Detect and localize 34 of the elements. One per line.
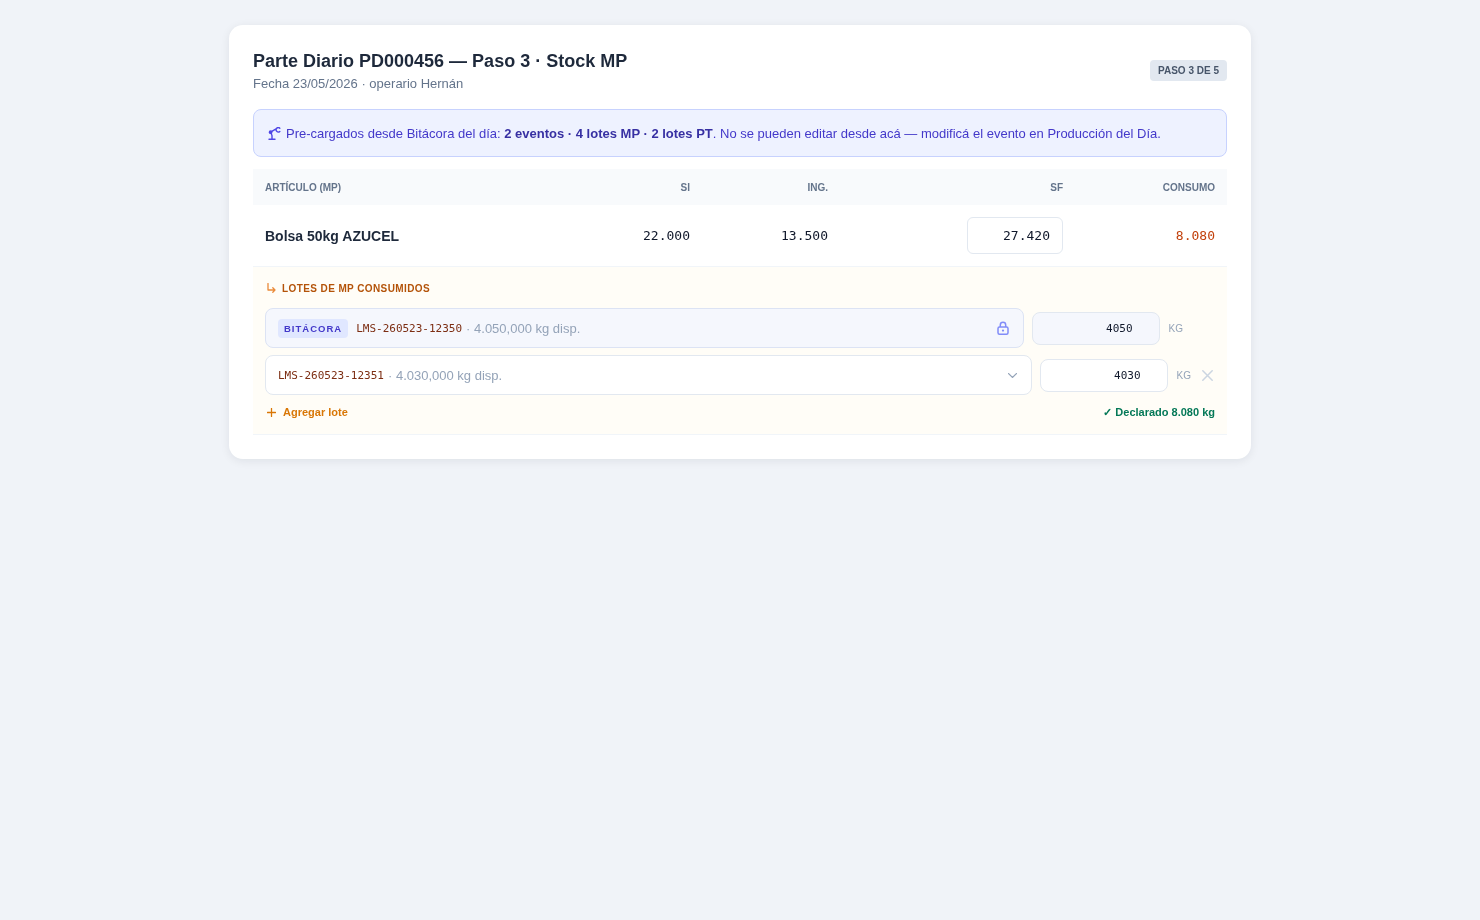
column-header: SF	[1050, 181, 1063, 193]
article-name: Bolsa 50kg AZUCEL	[265, 227, 400, 244]
remove-button[interactable]	[1199, 367, 1215, 383]
column-header: CONSUMO	[1162, 181, 1215, 193]
close-icon	[1201, 369, 1213, 381]
robot-arm-icon	[268, 126, 281, 140]
column-header: ARTÍCULO (MP)	[265, 181, 342, 193]
chevron-down-icon	[1007, 372, 1017, 378]
lot-availability: · 4.030,000 kg disp.	[387, 367, 503, 383]
info-text: Pre-cargados desde Bitácora del día: 2 eventos · 4 lotes MP · 2 lotes PT. No se pueden editar desde acá — modificá el evento en Producción del Día.	[286, 125, 1161, 141]
lot-code: LMS-260523-12351	[278, 368, 384, 382]
plus-icon	[267, 407, 276, 417]
lot-select[interactable]: LMS-260523-12351 · 4.030,000 kg disp.	[265, 355, 1032, 395]
quantity-field[interactable]: 4050	[1031, 311, 1160, 345]
column-header: SI	[680, 181, 690, 193]
sf-field[interactable]: 27.420	[967, 217, 1063, 254]
lot-select[interactable]: BITÁCORA LMS-260523-12350 · 4.050,000 kg disp.	[265, 308, 1024, 348]
declared-total: ✓ Declarado 8.080 kg	[1103, 405, 1215, 419]
page-title: Parte Diario PD000456 — Paso 3 · Stock MP	[253, 50, 628, 73]
source-badge: BITÁCORA	[278, 318, 349, 338]
lock-icon	[996, 321, 1009, 335]
lot-code: LMS-260523-12350	[356, 321, 463, 335]
lot-availability: · 4.050,000 kg disp.	[466, 320, 581, 336]
step-badge: PASO 3 DE 5	[1150, 60, 1227, 81]
page-subtitle: Fecha 23/05/2026 · operario Hernán	[253, 75, 464, 93]
table-cell: 22.000	[643, 228, 690, 243]
column-header: ING.	[807, 181, 828, 193]
unit-label: KG	[1176, 369, 1191, 381]
corner-arrow-icon	[267, 283, 276, 293]
table-cell: 8.080	[1175, 228, 1215, 243]
quantity-field[interactable]: 4030	[1039, 358, 1168, 392]
table-cell: 13.500	[781, 228, 828, 243]
section-title: LOTES DE MP CONSUMIDOS	[282, 282, 431, 294]
unit-label: KG	[1168, 322, 1183, 334]
